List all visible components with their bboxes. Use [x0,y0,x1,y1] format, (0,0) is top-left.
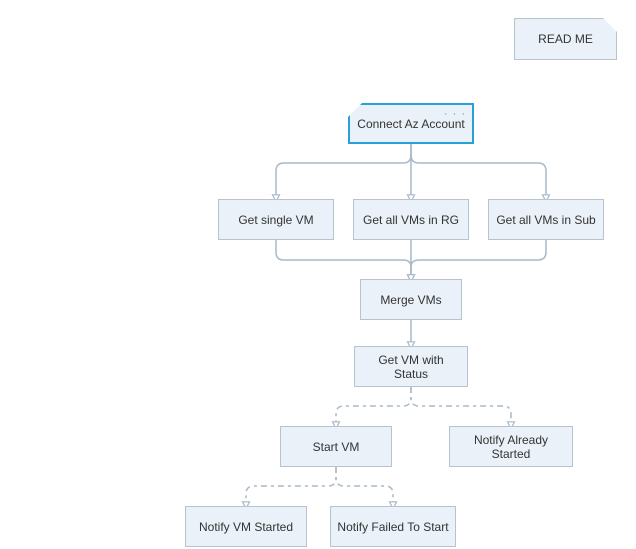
connect-az-account-activity[interactable]: · · · Connect Az Account [348,103,474,144]
notify-already-started-label: Notify Already Started [456,433,566,461]
merge-vms-activity[interactable]: Merge VMs [360,279,462,320]
notify-failed-activity[interactable]: Notify Failed To Start [330,506,456,547]
get-all-vms-rg-label: Get all VMs in RG [363,213,459,227]
get-single-vm-activity[interactable]: Get single VM [218,199,334,240]
notify-vm-started-activity[interactable]: Notify VM Started [185,506,307,547]
start-vm-activity[interactable]: Start VM [280,426,392,467]
readme-activity[interactable]: READ ME [514,18,617,60]
start-vm-label: Start VM [313,440,360,454]
notify-already-started-activity[interactable]: Notify Already Started [449,426,573,467]
get-all-vms-rg-activity[interactable]: Get all VMs in RG [353,199,469,240]
get-vm-status-activity[interactable]: Get VM with Status [354,346,468,387]
get-all-vms-sub-activity[interactable]: Get all VMs in Sub [488,199,604,240]
merge-vms-label: Merge VMs [380,293,441,307]
get-vm-status-label: Get VM with Status [361,353,461,381]
notify-vm-started-label: Notify VM Started [199,520,293,534]
get-single-vm-label: Get single VM [238,213,313,227]
readme-label: READ ME [538,32,593,46]
get-all-vms-sub-label: Get all VMs in Sub [496,213,595,227]
notify-failed-label: Notify Failed To Start [337,520,448,534]
ellipsis-icon: · · · [444,108,466,120]
